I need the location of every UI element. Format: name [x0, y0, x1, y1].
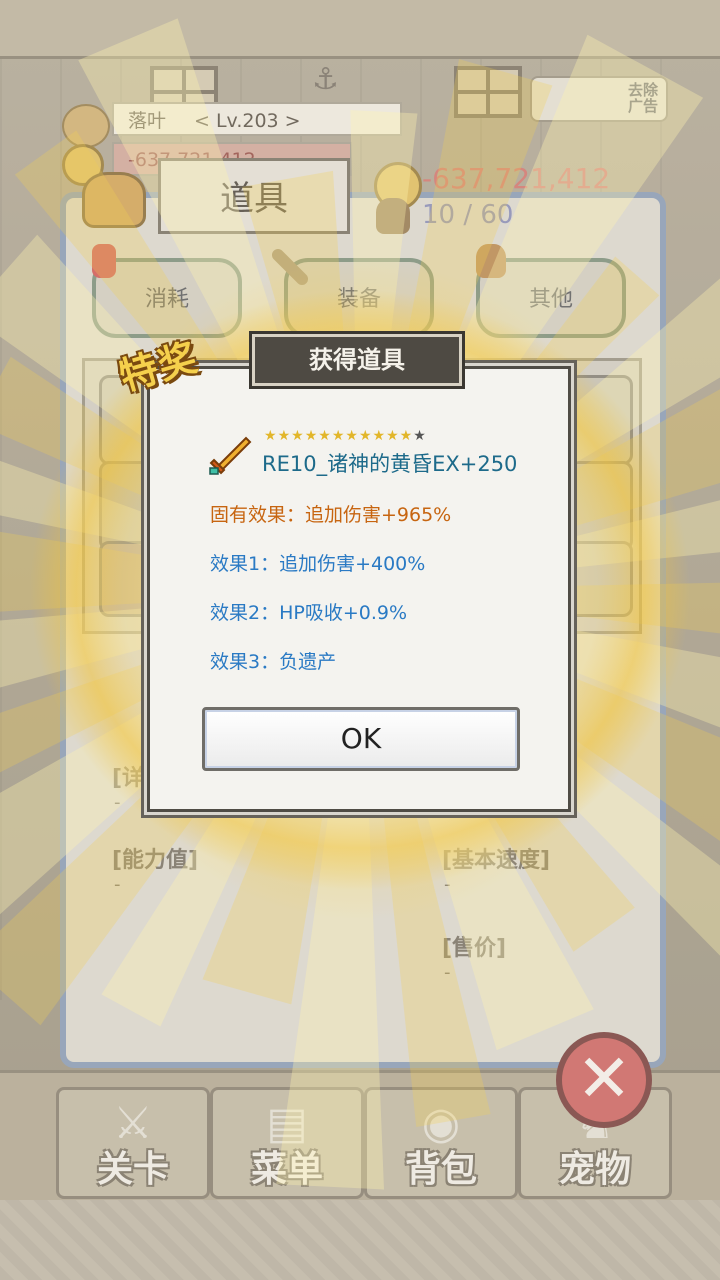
star-filled-icon: ★ [318, 428, 332, 444]
star-filled-icon: ★ [399, 428, 414, 444]
effect-2: 效果2：HP吸收+0.9% [210, 602, 408, 624]
star-filled-icon: ★ [304, 428, 319, 444]
star-filled-icon: ★ [372, 428, 387, 444]
star-filled-icon: ★ [264, 428, 278, 444]
effect-1: 效果1：追加伤害+400% [210, 553, 426, 575]
star-filled-icon: ★ [345, 428, 359, 444]
effect-3: 效果3：负遗产 [210, 651, 337, 673]
base-effect: 固有效果：追加伤害+965% [210, 504, 452, 526]
star-filled-icon: ★ [291, 428, 305, 444]
star-rating: ★★★★★★★★★★★★ [264, 428, 427, 444]
star-filled-icon: ★ [277, 428, 292, 444]
ok-button[interactable]: OK [202, 707, 520, 771]
star-filled-icon: ★ [358, 428, 373, 444]
dialog-title: 获得道具 [249, 331, 465, 389]
star-filled-icon: ★ [331, 428, 346, 444]
sword-icon [209, 436, 252, 475]
star-empty-icon: ★ [413, 428, 427, 444]
star-filled-icon: ★ [386, 428, 400, 444]
item-name: RE10_诸神的黄昏EX+250 [262, 452, 518, 476]
